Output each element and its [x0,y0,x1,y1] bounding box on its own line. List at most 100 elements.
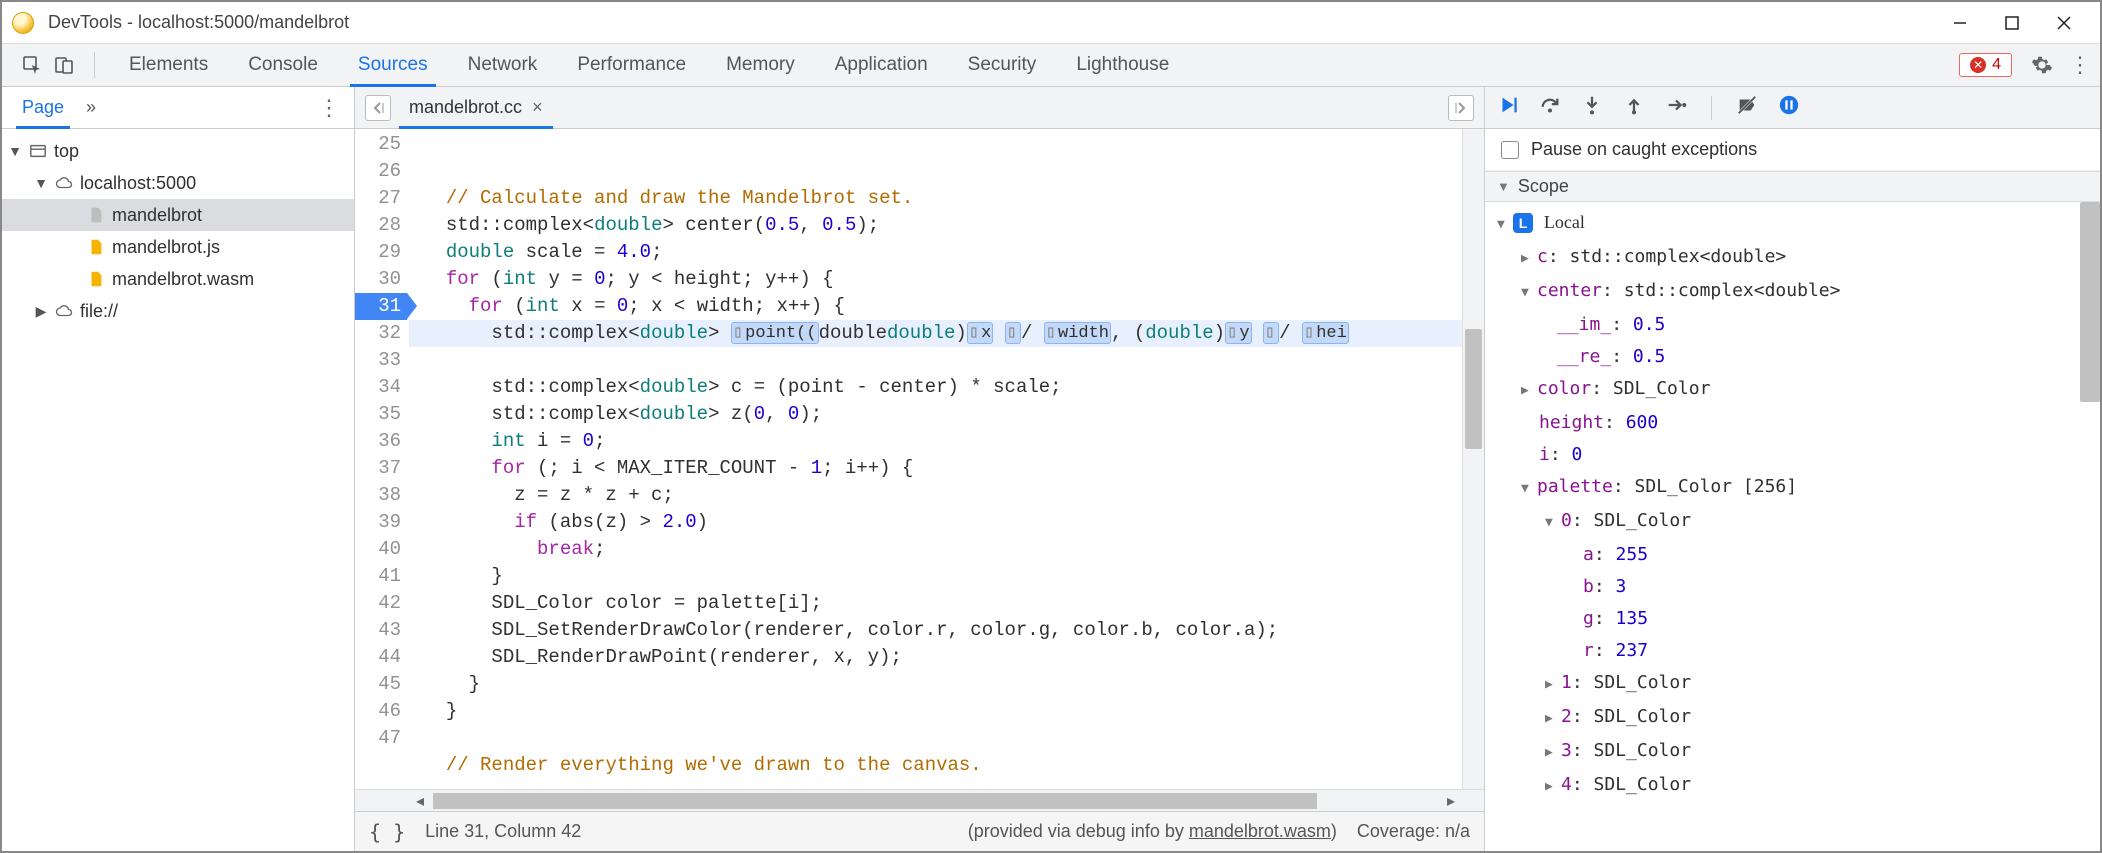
editor-nav-forward-button[interactable] [1448,95,1474,121]
scope-label: Scope [1518,176,1569,197]
editor-nav-back-button[interactable] [365,95,391,121]
tab-performance[interactable]: Performance [559,44,704,86]
scope-var-palette-2[interactable]: ▶2: SDL_Color [1497,701,2100,735]
deactivate-breakpoints-button[interactable] [1736,94,1758,121]
file-icon [86,269,106,289]
tree-label: mandelbrot.wasm [112,269,254,290]
chevron-down-icon: ▼ [34,175,48,191]
tab-lighthouse[interactable]: Lighthouse [1058,44,1187,86]
scope-var-palette-0-g[interactable]: g: 135 [1497,603,2100,635]
scope-var-palette-0[interactable]: ▼0: SDL_Color [1497,505,2100,539]
scope-scrollbar[interactable] [2080,202,2100,402]
window-title: DevTools - localhost:5000/mandelbrot [48,12,349,33]
chevron-down-icon: ▼ [1497,179,1510,194]
cloud-icon [54,173,74,193]
code-content[interactable]: // Calculate and draw the Mandelbrot set… [409,129,1462,789]
inline-value-box: ▯x [967,322,993,344]
tree-label: top [54,141,79,162]
inline-value-box: ▯ [1005,322,1021,344]
tab-elements[interactable]: Elements [111,44,226,86]
scope-var-color[interactable]: ▶color: SDL_Color [1497,373,2100,407]
editor-tab-label: mandelbrot.cc [409,97,522,118]
scope-var-palette-4[interactable]: ▶4: SDL_Color [1497,769,2100,803]
window-maximize-button[interactable] [1986,2,2038,44]
file-tree: ▼ top ▼ localhost:5000 mandelbrot mandel… [2,129,354,333]
window-minimize-button[interactable] [1934,2,1986,44]
tree-label: file:// [80,301,118,322]
cursor-position: Line 31, Column 42 [425,821,581,842]
breakpoint-marker[interactable]: 31 [355,293,407,320]
navigator-menu-icon[interactable]: ⋮ [318,95,340,121]
inline-value-box: ▯width [1044,322,1111,344]
tab-application[interactable]: Application [817,44,946,86]
debugger-panel: Pause on caught exceptions ▼ Scope ▼L Lo… [1484,87,2100,851]
tab-security[interactable]: Security [950,44,1055,86]
scroll-right-icon[interactable]: ▸ [1440,791,1462,811]
editor-horizontal-scrollbar[interactable]: ◂ ▸ [355,789,1484,811]
tree-node-file-mandelbrot-wasm[interactable]: mandelbrot.wasm [2,263,354,295]
line-number-gutter[interactable]: 252627282930 31 323334353637383940414243… [355,129,409,789]
window-icon [28,141,48,161]
debugger-toolbar [1485,87,2100,129]
resume-button[interactable] [1497,94,1519,121]
step-over-button[interactable] [1539,94,1561,121]
tab-network[interactable]: Network [450,44,556,86]
window-close-button[interactable] [2038,2,2090,44]
source-map-link[interactable]: mandelbrot.wasm [1189,821,1331,841]
device-toolbar-icon[interactable] [50,51,78,79]
editor-tab-mandelbrot-cc[interactable]: mandelbrot.cc × [399,87,553,128]
tab-console[interactable]: Console [230,44,336,86]
pause-on-exceptions-label: Pause on caught exceptions [1531,139,1757,160]
step-button[interactable] [1665,94,1687,121]
pause-button[interactable] [1778,94,1800,121]
code-editor[interactable]: 252627282930 31 323334353637383940414243… [355,129,1484,789]
tree-node-top[interactable]: ▼ top [2,135,354,167]
scope-var-i[interactable]: i: 0 [1497,439,2100,471]
editor-vertical-scrollbar[interactable] [1462,129,1484,789]
tree-node-file-mandelbrot[interactable]: mandelbrot [2,199,354,231]
scope-var-center-re[interactable]: __re_: 0.5 [1497,341,2100,373]
scope-var-palette[interactable]: ▼palette: SDL_Color [256] [1497,471,2100,505]
scope-var-palette-0-a[interactable]: a: 255 [1497,539,2100,571]
tab-memory[interactable]: Memory [708,44,813,86]
more-menu-icon[interactable]: ⋮ [2066,52,2094,78]
cloud-icon [54,301,74,321]
checkbox-icon[interactable] [1501,141,1519,159]
inline-value-box: ▯point(( [731,322,819,344]
tree-label: mandelbrot [112,205,202,226]
navigator-tab-page[interactable]: Page [16,87,70,128]
tree-node-file-mandelbrot-js[interactable]: mandelbrot.js [2,231,354,263]
devtools-app-icon [12,12,34,34]
settings-gear-icon[interactable] [2028,54,2056,76]
step-out-button[interactable] [1623,94,1645,121]
tab-sources[interactable]: Sources [340,44,446,86]
close-tab-icon[interactable]: × [532,97,543,118]
step-into-button[interactable] [1581,94,1603,121]
scope-local-header[interactable]: ▼L Local [1497,206,2100,241]
scope-var-palette-0-b[interactable]: b: 3 [1497,571,2100,603]
tree-label: localhost:5000 [80,173,196,194]
scope-var-center[interactable]: ▼center: std::complex<double> [1497,275,2100,309]
scope-var-palette-1[interactable]: ▶1: SDL_Color [1497,667,2100,701]
file-icon [86,205,106,225]
scope-var-height[interactable]: height: 600 [1497,407,2100,439]
error-count-badge[interactable]: ✕ 4 [1959,53,2012,77]
tree-node-file-scheme[interactable]: ▶ file:// [2,295,354,327]
tree-label: mandelbrot.js [112,237,220,258]
scope-var-palette-3[interactable]: ▶3: SDL_Color [1497,735,2100,769]
chevron-down-icon: ▼ [8,143,22,159]
pretty-print-icon[interactable]: { } [369,820,405,844]
editor-statusbar: { } Line 31, Column 42 (provided via deb… [355,811,1484,851]
inline-value-box: ▯ [1263,322,1279,344]
tree-node-host[interactable]: ▼ localhost:5000 [2,167,354,199]
error-count: 4 [1992,56,2001,74]
scope-var-c[interactable]: ▶c: std::complex<double> [1497,241,2100,275]
pause-on-exceptions-row[interactable]: Pause on caught exceptions [1485,129,2100,171]
scope-section-header[interactable]: ▼ Scope [1485,171,2100,202]
scope-var-center-im[interactable]: __im_: 0.5 [1497,309,2100,341]
scope-var-palette-0-r[interactable]: r: 237 [1497,635,2100,667]
scroll-left-icon[interactable]: ◂ [409,791,431,811]
inspect-element-icon[interactable] [18,51,46,79]
inline-value-box: ▯y [1225,322,1251,344]
navigator-more-tabs-icon[interactable]: » [86,97,96,118]
